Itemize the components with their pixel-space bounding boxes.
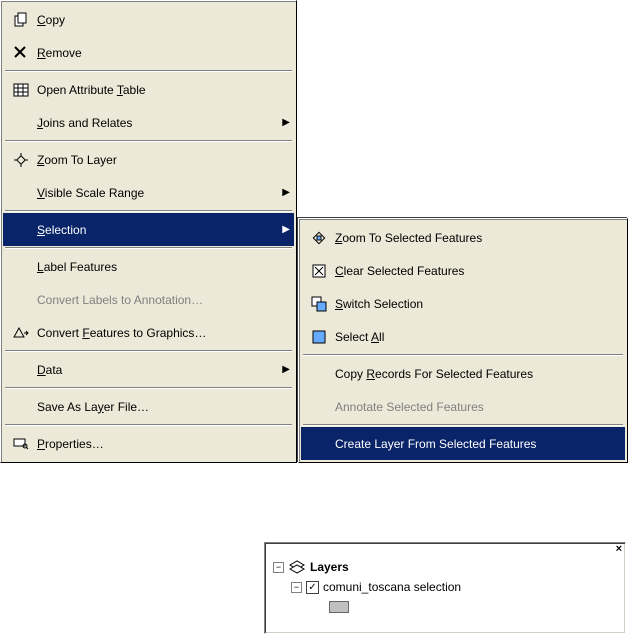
menu-label: Selection bbox=[35, 223, 274, 237]
menu-separator bbox=[5, 247, 292, 249]
menu-item-clear-selected[interactable]: Clear Selected Features bbox=[301, 254, 625, 287]
menu-label: Copy Records For Selected Features bbox=[333, 367, 605, 381]
menu-separator bbox=[5, 387, 292, 389]
menu-item-select-all[interactable]: Select All bbox=[301, 320, 625, 353]
menu-label: Joins and Relates bbox=[35, 116, 274, 130]
clear-selected-icon bbox=[305, 263, 333, 279]
menu-label: Convert Labels to Annotation… bbox=[35, 293, 274, 307]
toc-root-label: Layers bbox=[310, 560, 349, 574]
menu-separator bbox=[5, 350, 292, 352]
submenu-arrow-icon: ▶ bbox=[274, 224, 290, 235]
menu-item-zoom-selected[interactable]: Zoom To Selected Features bbox=[301, 221, 625, 254]
menu-label: Select All bbox=[333, 330, 605, 344]
menu-separator bbox=[5, 424, 292, 426]
menu-label: Properties… bbox=[35, 437, 274, 451]
layer-symbol-swatch[interactable] bbox=[329, 601, 349, 613]
table-icon bbox=[7, 82, 35, 98]
menu-label: Create Layer From Selected Features bbox=[333, 437, 605, 451]
layer-context-menu: Copy Remove Open Attribute Table Joins a… bbox=[0, 0, 297, 463]
menu-item-save-as-layer-file[interactable]: Save As Layer File… bbox=[3, 390, 294, 423]
toc-symbol-row[interactable] bbox=[273, 597, 617, 617]
menu-item-properties[interactable]: Properties… bbox=[3, 427, 294, 460]
menu-label: Annotate Selected Features bbox=[333, 400, 605, 414]
menu-label: Data bbox=[35, 363, 274, 377]
submenu-arrow-icon: ▶ bbox=[274, 117, 290, 128]
close-icon[interactable]: × bbox=[616, 543, 622, 555]
switch-selection-icon bbox=[305, 296, 333, 312]
menu-label: Clear Selected Features bbox=[333, 264, 605, 278]
menu-label: Convert Features to Graphics… bbox=[35, 326, 274, 340]
menu-label: Zoom To Selected Features bbox=[333, 231, 605, 245]
menu-item-joins-relates[interactable]: Joins and Relates ▶ bbox=[3, 106, 294, 139]
menu-item-convert-labels: Convert Labels to Annotation… bbox=[3, 283, 294, 316]
tree-collapse-icon[interactable]: − bbox=[291, 582, 302, 593]
menu-label: Save As Layer File… bbox=[35, 400, 274, 414]
zoom-layer-icon bbox=[7, 152, 35, 168]
menu-item-copy-records[interactable]: Copy Records For Selected Features bbox=[301, 357, 625, 390]
menu-item-selection[interactable]: Selection ▶ bbox=[3, 213, 294, 246]
submenu-arrow-icon: ▶ bbox=[274, 187, 290, 198]
tree-collapse-icon[interactable]: − bbox=[273, 562, 284, 573]
layer-visibility-checkbox[interactable]: ✓ bbox=[306, 581, 319, 594]
menu-label: Switch Selection bbox=[333, 297, 605, 311]
toc-layer-row[interactable]: − ✓ comuni_toscana selection bbox=[273, 577, 617, 597]
menu-separator bbox=[5, 140, 292, 142]
menu-separator bbox=[303, 424, 623, 426]
menu-separator bbox=[303, 354, 623, 356]
remove-icon bbox=[7, 45, 35, 61]
toc-layer-label: comuni_toscana selection bbox=[323, 580, 461, 594]
menu-separator bbox=[5, 70, 292, 72]
menu-label: Copy bbox=[35, 13, 274, 27]
menu-label: Remove bbox=[35, 46, 274, 60]
menu-separator bbox=[5, 210, 292, 212]
menu-label: Visible Scale Range bbox=[35, 186, 274, 200]
toc-panel: × − Layers − ✓ comuni_toscana selection bbox=[264, 542, 626, 634]
selection-submenu: Zoom To Selected Features Clear Selected… bbox=[298, 218, 628, 463]
menu-item-remove[interactable]: Remove bbox=[3, 36, 294, 69]
select-all-icon bbox=[305, 329, 333, 345]
menu-item-visible-scale-range[interactable]: Visible Scale Range ▶ bbox=[3, 176, 294, 209]
convert-features-icon bbox=[7, 325, 35, 341]
menu-item-data[interactable]: Data ▶ bbox=[3, 353, 294, 386]
menu-label: Label Features bbox=[35, 260, 274, 274]
menu-item-zoom-to-layer[interactable]: Zoom To Layer bbox=[3, 143, 294, 176]
toc-root-row[interactable]: − Layers bbox=[273, 557, 617, 577]
submenu-arrow-icon: ▶ bbox=[274, 364, 290, 375]
menu-label: Zoom To Layer bbox=[35, 153, 274, 167]
menu-item-open-attribute-table[interactable]: Open Attribute Table bbox=[3, 73, 294, 106]
layers-icon bbox=[288, 559, 306, 575]
menu-label: Open Attribute Table bbox=[35, 83, 274, 97]
menu-item-create-layer-from-selected[interactable]: Create Layer From Selected Features bbox=[301, 427, 625, 460]
copy-icon bbox=[7, 12, 35, 28]
menu-item-label-features[interactable]: Label Features bbox=[3, 250, 294, 283]
menu-item-annotate-selected: Annotate Selected Features bbox=[301, 390, 625, 423]
menu-item-convert-features[interactable]: Convert Features to Graphics… bbox=[3, 316, 294, 349]
properties-icon bbox=[7, 436, 35, 452]
menu-item-copy[interactable]: Copy bbox=[3, 3, 294, 36]
zoom-selected-icon bbox=[305, 230, 333, 246]
menu-item-switch-selection[interactable]: Switch Selection bbox=[301, 287, 625, 320]
